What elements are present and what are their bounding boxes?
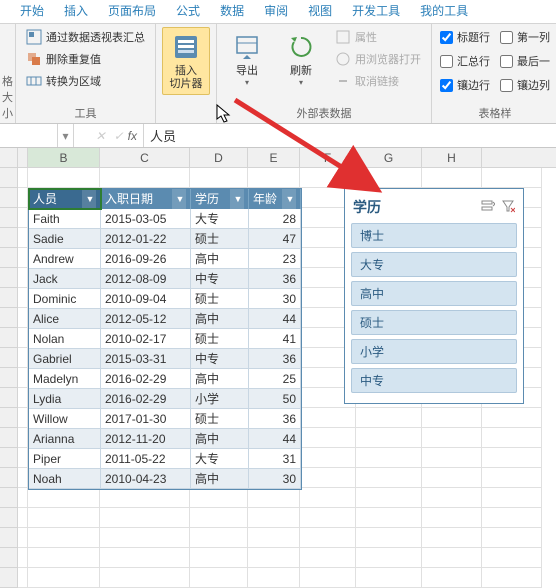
last-col-checkbox[interactable]: 最后一 — [498, 51, 552, 71]
table-row[interactable]: Willow2017-01-30硕士36 — [29, 409, 301, 429]
pivot-summary-button[interactable]: 通过数据透视表汇总 — [22, 27, 149, 47]
fx-icon[interactable]: fx — [128, 129, 137, 143]
slicer-icon — [170, 31, 202, 63]
col-header[interactable]: D — [190, 148, 248, 167]
clear-filter-icon[interactable] — [501, 199, 515, 216]
table-header[interactable]: 人员▼ — [29, 189, 101, 209]
export-button[interactable]: 导出 ▾ — [223, 27, 271, 91]
filter-dropdown-icon[interactable]: ▼ — [82, 189, 96, 209]
table-row[interactable]: Sadie2012-01-22硕士47 — [29, 229, 301, 249]
table-row[interactable]: Noah2010-04-23高中30 — [29, 469, 301, 489]
col-header[interactable]: F — [300, 148, 356, 167]
table-row[interactable]: Gabriel2015-03-31中专36 — [29, 349, 301, 369]
data-table[interactable]: 人员▼入职日期▼学历▼年龄▼Faith2015-03-05大专28Sadie20… — [28, 188, 302, 490]
unlink-icon — [335, 73, 351, 89]
table-row[interactable]: Nolan2010-02-17硕士41 — [29, 329, 301, 349]
fx-area: ✕ ✓ fx — [74, 124, 144, 147]
slicer-item[interactable]: 大专 — [351, 252, 517, 277]
group-label: 格大小 — [2, 72, 13, 122]
table-header[interactable]: 入职日期▼ — [101, 189, 191, 209]
col-header[interactable]: H — [422, 148, 482, 167]
header-row-checkbox[interactable]: 标题行 — [438, 27, 492, 47]
chevron-down-icon: ▾ — [245, 78, 249, 87]
slicer-item[interactable]: 中专 — [351, 368, 517, 393]
cancel-icon: ✕ — [92, 129, 110, 143]
slicer-item[interactable]: 小学 — [351, 339, 517, 364]
filter-dropdown-icon[interactable]: ▼ — [282, 189, 296, 209]
namebox-dropdown[interactable]: ▾ — [58, 124, 74, 147]
insert-slicer-button[interactable]: 插入 切片器 — [162, 27, 210, 95]
formula-bar: ▾ ✕ ✓ fx 人员 — [0, 124, 556, 148]
group-label-tools: 工具 — [22, 104, 149, 122]
table-row[interactable]: Arianna2012-11-20高中44 — [29, 429, 301, 449]
group-label-external: 外部表数据 — [223, 104, 425, 122]
ribbon-tab[interactable]: 公式 — [166, 0, 210, 23]
multiselect-icon[interactable] — [481, 199, 495, 216]
banded-cols-checkbox[interactable]: 镶边列 — [498, 75, 552, 95]
table-header[interactable]: 年龄▼ — [249, 189, 301, 209]
refresh-icon — [285, 31, 317, 63]
export-icon — [231, 31, 263, 63]
slicer-panel[interactable]: 学历 博士大专高中硕士小学中专 — [344, 188, 524, 404]
ribbon-tab[interactable]: 插入 — [54, 0, 98, 23]
convert-range-button[interactable]: 转换为区域 — [22, 71, 149, 91]
group-label-style: 表格样 — [438, 104, 552, 122]
col-header[interactable]: E — [248, 148, 300, 167]
filter-dropdown-icon[interactable]: ▼ — [172, 189, 186, 209]
table-row[interactable]: Dominic2010-09-04硕士30 — [29, 289, 301, 309]
table-row[interactable]: Alice2012-05-12高中44 — [29, 309, 301, 329]
col-header[interactable]: B — [28, 148, 100, 167]
ribbon-tab[interactable]: 我的工具 — [410, 0, 478, 23]
open-browser-button: 用浏览器打开 — [331, 49, 425, 69]
slicer-title: 学历 — [353, 197, 381, 217]
remove-dupes-icon — [26, 51, 42, 67]
name-box[interactable] — [0, 124, 58, 147]
unlink-button: 取消链接 — [331, 71, 425, 91]
table-row[interactable]: Andrew2016-09-26高中23 — [29, 249, 301, 269]
table-header[interactable]: 学历▼ — [191, 189, 249, 209]
confirm-icon: ✓ — [110, 129, 128, 143]
ribbon-tab[interactable]: 开发工具 — [342, 0, 410, 23]
ribbon-tab[interactable]: 开始 — [10, 0, 54, 23]
col-header[interactable]: C — [100, 148, 190, 167]
table-row[interactable]: Piper2011-05-22大专31 — [29, 449, 301, 469]
properties-button: 属性 — [331, 27, 425, 47]
column-headers: B C D E F G H — [0, 148, 556, 168]
slicer-item[interactable]: 硕士 — [351, 310, 517, 335]
convert-range-icon — [26, 73, 42, 89]
slicer-item[interactable]: 高中 — [351, 281, 517, 306]
filter-dropdown-icon[interactable]: ▼ — [230, 189, 244, 209]
table-row[interactable]: Faith2015-03-05大专28 — [29, 209, 301, 229]
ribbon: 格大小 通过数据透视表汇总 删除重复值 转换为区域 工具 — [0, 24, 556, 124]
properties-icon — [335, 29, 351, 45]
ribbon-tabs: 开始插入页面布局公式数据审阅视图开发工具我的工具 — [0, 0, 556, 24]
spreadsheet-grid: B C D E F G H 人员▼入职日期▼学历▼年龄▼Faith2015-03… — [0, 148, 556, 588]
banded-rows-checkbox[interactable]: 镶边行 — [438, 75, 492, 95]
col-header[interactable]: G — [356, 148, 422, 167]
table-row[interactable]: Madelyn2016-02-29高中25 — [29, 369, 301, 389]
table-row[interactable]: Lydia2016-02-29小学50 — [29, 389, 301, 409]
chevron-down-icon: ▾ — [299, 78, 303, 87]
ribbon-tab[interactable]: 审阅 — [254, 0, 298, 23]
formula-input[interactable]: 人员 — [144, 124, 556, 147]
ribbon-tab[interactable]: 页面布局 — [98, 0, 166, 23]
ribbon-tab[interactable]: 视图 — [298, 0, 342, 23]
first-col-checkbox[interactable]: 第一列 — [498, 27, 552, 47]
pivot-icon — [26, 29, 42, 45]
slicer-item[interactable]: 博士 — [351, 223, 517, 248]
table-row[interactable]: Jack2012-08-09中专36 — [29, 269, 301, 289]
remove-duplicates-button[interactable]: 删除重复值 — [22, 49, 149, 69]
ribbon-tab[interactable]: 数据 — [210, 0, 254, 23]
refresh-button[interactable]: 刷新 ▾ — [277, 27, 325, 91]
browser-icon — [335, 51, 351, 67]
total-row-checkbox[interactable]: 汇总行 — [438, 51, 492, 71]
